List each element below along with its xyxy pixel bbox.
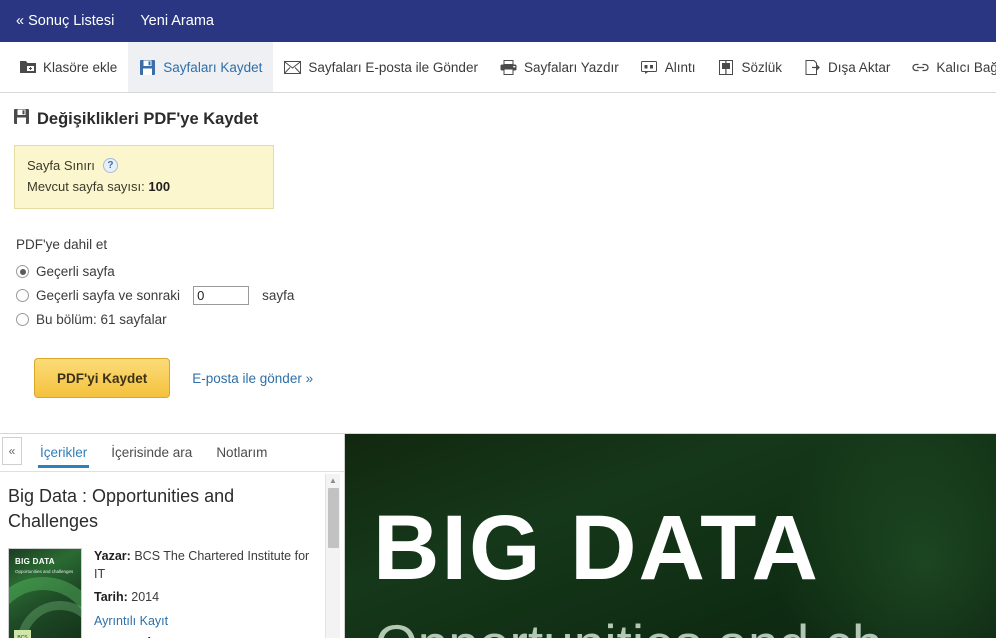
contents-scrollbar[interactable]: ▲ (325, 474, 340, 638)
folder-add-icon (19, 59, 36, 76)
radio-current-and-next-label-before: Geçerli sayfa ve sonraki (36, 288, 181, 303)
tab-contents[interactable]: İçerikler (28, 434, 99, 471)
left-contents-pane: « İçerikler İçerisinde ara Notlarım Big … (0, 434, 345, 638)
save-disk-icon (139, 59, 156, 76)
print-pages-button[interactable]: Sayfaları Yazdır (489, 42, 630, 92)
panel-actions: PDF'yi Kaydet E-posta ile gönder » (34, 358, 996, 398)
book-title: Big Data : Opportunities and Challenges (8, 486, 235, 531)
tab-contents-label: İçerikler (40, 445, 88, 460)
current-page-count-row: Mevcut sayfa sayısı: 100 (27, 176, 261, 197)
radio-current-page[interactable] (16, 265, 29, 278)
current-page-count-label: Mevcut sayfa sayısı: (27, 179, 145, 194)
save-pdf-panel: Değişiklikleri PDF'ye Kaydet Sayfa Sınır… (0, 93, 996, 433)
date-label: Tarih: (94, 590, 128, 604)
result-list-link[interactable]: « Sonuç Listesi (16, 13, 114, 29)
panel-title: Değişiklikleri PDF'ye Kaydet (14, 109, 996, 129)
export-button[interactable]: Dışa Aktar (793, 42, 901, 92)
radio-option-current-and-next[interactable]: Geçerli sayfa ve sonraki sayfa (16, 286, 996, 305)
author-row: Yazar: BCS The Chartered Institute for I… (94, 548, 318, 583)
book-metadata: Yazar: BCS The Chartered Institute for I… (94, 548, 318, 638)
page-limit-heading: Sayfa Sınırı (27, 158, 95, 173)
print-pages-label: Sayfaları Yazdır (523, 59, 619, 75)
export-icon (804, 59, 821, 76)
dictionary-button[interactable]: Sözlük (707, 42, 794, 92)
detailed-record-row: Ayrıntılı Kayıt (94, 613, 318, 631)
contents-scroll-area: Big Data : Opportunities and Challenges … (0, 472, 344, 638)
radio-current-and-next-label-after: sayfa (262, 288, 295, 303)
cite-button[interactable]: Alıntı (630, 42, 707, 92)
book-page-image[interactable]: BIG DATA Opportunities and ch (345, 434, 996, 638)
radio-this-section[interactable] (16, 313, 29, 326)
cite-label: Alıntı (664, 59, 696, 75)
author-label: Yazar: (94, 549, 131, 563)
cover-thumb-subtitle: Opportunities and challenges (15, 569, 74, 574)
next-pages-input[interactable] (193, 286, 250, 305)
email-pages-label: Sayfaları E-posta ile Gönder (308, 59, 478, 75)
left-pane-tabbar: « İçerikler İçerisinde ara Notlarım (0, 434, 344, 472)
new-search-link[interactable]: Yeni Arama (140, 13, 214, 29)
page-image-subtitle: Opportunities and ch (375, 612, 883, 638)
cover-publisher-badge: BCS (14, 630, 31, 638)
add-to-folder-button[interactable]: Klasöre ekle (8, 42, 128, 92)
printer-icon (500, 59, 517, 76)
page-viewer: BIG DATA Opportunities and ch ‹ Cover › (345, 434, 996, 638)
include-in-pdf-label: PDF'ye dahil et (16, 237, 108, 252)
permalink-label: Kalıcı Bağlantı (936, 59, 996, 75)
send-by-email-link[interactable]: E-posta ile gönder » (192, 371, 313, 386)
save-pages-button[interactable]: Sayfaları Kaydet (128, 42, 274, 92)
export-label: Dışa Aktar (828, 59, 891, 75)
save-pages-label: Sayfaları Kaydet (163, 59, 263, 75)
book-summary-row: BIG DATA Opportunities and challenges BC… (8, 548, 318, 638)
top-navigation-bar: « Sonuç Listesi Yeni Arama (0, 0, 996, 42)
radio-current-and-next[interactable] (16, 289, 29, 302)
tab-search-within-label: İçerisinde ara (111, 445, 193, 460)
detailed-record-link[interactable]: Ayrıntılı Kayıt (94, 614, 168, 628)
page-image-title: BIG DATA (373, 497, 820, 599)
link-icon (912, 59, 929, 76)
action-toolbar: Klasöre ekle Sayfaları Kaydet Sayfaları … (0, 42, 996, 93)
panel-title-text: Değişiklikleri PDF'ye Kaydet (37, 109, 259, 128)
quote-icon (641, 59, 658, 76)
book-icon (718, 59, 735, 76)
permalink-button[interactable]: Kalıcı Bağlantı (901, 42, 996, 92)
radio-option-this-section[interactable]: Bu bölüm: 61 sayfalar (16, 311, 996, 328)
radio-current-page-label: Geçerli sayfa (36, 264, 115, 279)
dictionary-label: Sözlük (741, 59, 783, 75)
envelope-icon (284, 59, 302, 76)
book-cover-thumbnail[interactable]: BIG DATA Opportunities and challenges BC… (8, 548, 82, 638)
radio-this-section-label: Bu bölüm: 61 sayfalar (36, 312, 167, 327)
content-split: « İçerikler İçerisinde ara Notlarım Big … (0, 433, 996, 638)
date-value: 2014 (131, 590, 160, 604)
current-page-count-value: 100 (148, 179, 171, 194)
tab-search-within[interactable]: İçerisinde ara (99, 434, 204, 471)
scroll-up-arrow-icon[interactable]: ▲ (326, 474, 340, 487)
scrollbar-thumb[interactable] (327, 488, 339, 548)
page-limit-note: Sayfa Sınırı ? Mevcut sayfa sayısı: 100 (14, 145, 274, 209)
save-pdf-button[interactable]: PDF'yi Kaydet (34, 358, 171, 398)
email-pages-button[interactable]: Sayfaları E-posta ile Gönder (273, 42, 489, 92)
double-chevron-left-icon[interactable]: « (2, 437, 22, 465)
add-to-folder-label: Klasöre ekle (43, 59, 118, 75)
radio-option-current-page[interactable]: Geçerli sayfa (16, 263, 996, 280)
tab-my-notes[interactable]: Notlarım (204, 434, 279, 471)
cover-thumb-title: BIG DATA (15, 557, 55, 566)
tab-my-notes-label: Notlarım (216, 445, 268, 460)
date-row: Tarih: 2014 (94, 589, 318, 607)
save-disk-icon (14, 109, 29, 129)
question-mark-icon[interactable]: ? (102, 158, 118, 173)
